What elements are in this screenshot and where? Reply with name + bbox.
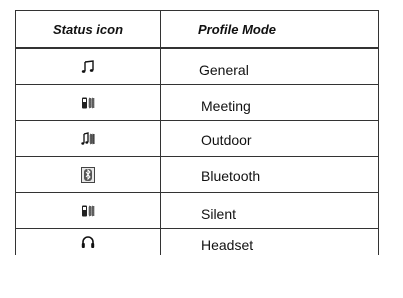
table-row: Outdoor (16, 121, 378, 157)
status-icon-cell (16, 121, 161, 156)
bluetooth-icon (81, 166, 95, 183)
table-row: Headset (16, 229, 378, 255)
music-note-icon (81, 59, 95, 74)
music-note-vibrate-icon (81, 131, 95, 146)
header-status-icon: Status icon (16, 11, 161, 47)
status-icon-cell (16, 157, 161, 192)
profile-mode-label: Outdoor (201, 132, 252, 148)
table-row: Meeting (16, 85, 378, 121)
table-row: General (16, 49, 378, 85)
header-profile-mode: Profile Mode (198, 21, 277, 37)
phone-vibrate-icon (81, 96, 95, 110)
table-row: Bluetooth (16, 157, 378, 193)
profile-status-table: Status icon Profile Mode General Meeting… (15, 10, 379, 255)
status-icon-cell (16, 85, 161, 120)
table-header-row: Status icon Profile Mode (16, 11, 378, 49)
profile-mode-label: Bluetooth (201, 168, 261, 184)
status-icon-cell (16, 229, 161, 255)
profile-mode-label: Meeting (201, 98, 251, 114)
table-row: Silent (16, 193, 378, 229)
status-icon-cell (16, 49, 161, 84)
phone-vibrate-icon (81, 204, 95, 218)
headset-icon (81, 235, 95, 249)
status-icon-cell (16, 193, 161, 228)
profile-mode-label: Headset (201, 236, 254, 253)
profile-mode-label: General (199, 62, 249, 78)
profile-mode-label: Silent (201, 205, 237, 222)
